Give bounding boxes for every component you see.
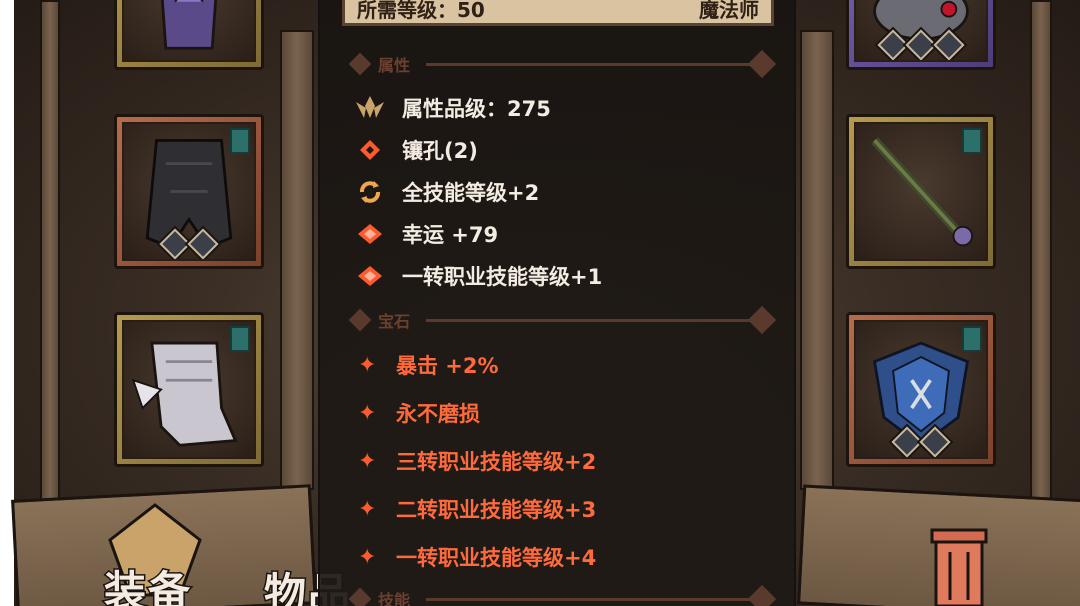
trash-icon[interactable]: [928, 520, 990, 606]
gem-socket-icon: [159, 228, 191, 259]
socket-icon: [352, 135, 388, 165]
gem-attribute-text: 永不磨损: [396, 402, 480, 426]
gem-attribute-row: ✦ 永不磨损: [358, 393, 480, 433]
section-diamond-icon: [348, 587, 372, 606]
gem-socket-icon: [933, 29, 965, 60]
sparkle-icon: ✦: [358, 496, 377, 522]
equip-slot-helmet[interactable]: [114, 0, 264, 70]
gem-socket-icon: [919, 426, 951, 457]
section-gems-label: 宝石: [378, 312, 411, 331]
attribute-text: 一转职业技能等级+1: [402, 265, 603, 289]
section-diamond-icon: [348, 308, 372, 332]
gem-attribute-text: 一转职业技能等级+4: [396, 546, 597, 570]
equip-slot-boots[interactable]: [114, 312, 264, 467]
sparkle-icon: ✦: [358, 544, 377, 570]
attribute-text: 全技能等级+2: [402, 181, 540, 205]
section-attributes-header: 属性: [348, 49, 777, 79]
section-end-diamond-icon: [747, 49, 777, 79]
equip-slot-amulet[interactable]: [846, 0, 996, 70]
luck-icon: [352, 261, 388, 291]
required-class: 魔法师: [699, 0, 759, 22]
gem-socket-icon: [187, 228, 219, 259]
requirement-bar: 所需等级：50 魔法师: [342, 0, 774, 26]
attribute-text: 属性品级：275: [402, 97, 551, 121]
helmet-item-icon: [160, 0, 218, 50]
section-skills-header: 技能: [348, 584, 777, 606]
attribute-text: 幸运 +79: [402, 223, 499, 247]
sparkle-icon: ✦: [358, 400, 377, 426]
gem-attribute-text: 二转职业技能等级+3: [396, 498, 597, 522]
slot-tag-pants: [230, 128, 250, 154]
gem-socket-icon: [877, 29, 909, 60]
gem-sockets-pants: [159, 228, 219, 259]
equip-slot-pants[interactable]: [114, 114, 264, 269]
section-divider: [426, 318, 762, 322]
section-attributes-label: 属性: [378, 56, 411, 75]
section-gems-header: 宝石: [348, 305, 777, 335]
attribute-row: 属性品级：275: [352, 90, 551, 126]
gem-sockets-shield: [891, 426, 951, 457]
gem-socket-icon: [891, 426, 923, 457]
gem-attribute-row: ✦ 暴击 +2%: [358, 345, 499, 385]
slot-tag-weapon: [962, 128, 982, 154]
section-end-diamond-icon: [747, 584, 777, 606]
attribute-row: 幸运 +79: [352, 216, 498, 252]
attribute-row: 镶孔(2): [352, 132, 478, 168]
section-end-diamond-icon: [747, 305, 777, 335]
attribute-text: 镶孔(2): [402, 139, 478, 163]
gem-attribute-text: 暴击 +2%: [396, 354, 499, 378]
required-level: 所需等级：50: [357, 0, 485, 22]
sparkle-icon: ✦: [358, 448, 377, 474]
section-divider: [426, 597, 762, 601]
gem-attribute-row: ✦ 三转职业技能等级+2: [358, 441, 596, 481]
section-diamond-icon: [348, 52, 372, 76]
gem-attribute-row: ✦ 一转职业技能等级+4: [358, 537, 596, 577]
gem-attribute-text: 三转职业技能等级+2: [396, 450, 597, 474]
gem-attribute-row: ✦ 二转职业技能等级+3: [358, 489, 596, 529]
slot-tag-boots: [230, 326, 250, 352]
wood-beam-left-inner: [280, 30, 314, 490]
slot-tag-shield: [962, 326, 982, 352]
section-divider: [426, 62, 762, 66]
gem-sockets-amulet: [877, 29, 965, 60]
cycle-icon: [352, 177, 388, 207]
luck-icon: [352, 219, 388, 249]
equip-slot-shield[interactable]: [846, 312, 996, 467]
attribute-row: 一转职业技能等级+1: [352, 258, 602, 294]
equip-slot-weapon[interactable]: [846, 114, 996, 269]
sparkle-icon: ✦: [358, 352, 377, 378]
lotus-icon: [352, 93, 388, 123]
wood-beam-right-inner: [800, 30, 834, 490]
tab-equipment[interactable]: 装备: [102, 558, 192, 606]
item-tooltip-panel: 所需等级：50 魔法师 属性 属性品级：275 镶孔(2) 全技能等级+2 幸运…: [318, 0, 796, 606]
gem-socket-icon: [905, 29, 937, 60]
attribute-row: 全技能等级+2: [352, 174, 539, 210]
section-skills-label: 技能: [378, 591, 411, 606]
